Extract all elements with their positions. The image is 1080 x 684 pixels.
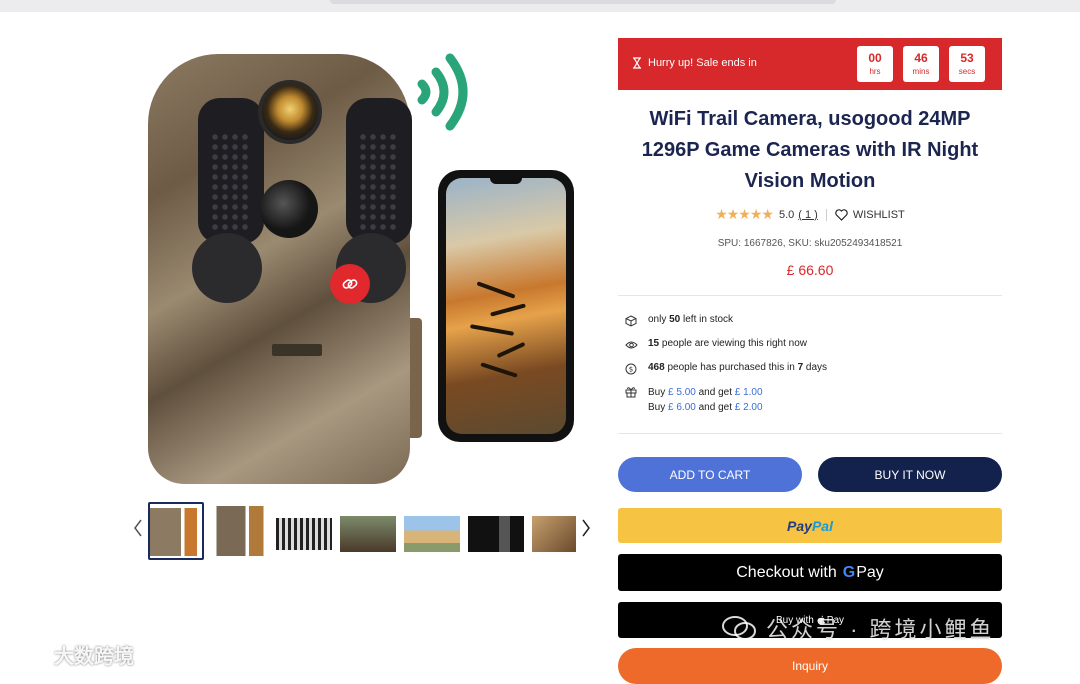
thumbnail-2[interactable] xyxy=(212,504,268,558)
hourglass-icon xyxy=(633,57,641,69)
paypal-button[interactable]: Pay Pal xyxy=(618,508,1002,543)
star-rating-icon: ★★★★★ xyxy=(715,206,774,222)
wifi-icon xyxy=(417,53,468,131)
sale-text: Hurry up! Sale ends in xyxy=(648,57,757,69)
paypal-logo-pal: Pal xyxy=(811,517,833,534)
browser-top-bar xyxy=(0,0,1080,12)
countdown-seconds: 53 secs xyxy=(949,46,985,82)
rating-row: ★★★★★ 5.0 ( 1 ) WISHLIST xyxy=(618,206,1002,223)
dollar-circle-icon: $ xyxy=(624,362,638,376)
share-button[interactable] xyxy=(330,264,370,304)
link-icon xyxy=(342,279,358,289)
google-g-icon: G xyxy=(842,563,856,581)
ir-led-panel-right xyxy=(346,98,412,244)
divider xyxy=(618,433,1002,434)
promo-line: Buy £ 5.00 and get £ 1.00 xyxy=(648,387,763,398)
brand-logo-icon xyxy=(10,644,46,664)
chevron-right-icon xyxy=(582,519,590,537)
product-price: £ 66.60 xyxy=(786,262,834,278)
chevron-left-icon xyxy=(134,519,142,537)
divider xyxy=(825,208,827,221)
address-bar[interactable] xyxy=(330,0,836,4)
svg-text:$: $ xyxy=(629,366,633,374)
add-to-cart-button[interactable]: ADD TO CART xyxy=(618,457,802,492)
wechat-icon xyxy=(722,616,756,640)
thumbnail-7[interactable] xyxy=(532,504,576,558)
heart-icon xyxy=(835,208,848,221)
product-main-image[interactable] xyxy=(130,28,590,491)
gift-icon xyxy=(624,385,638,399)
thumbnail-6[interactable] xyxy=(468,504,524,558)
google-pay-button[interactable]: Checkout with G Pay xyxy=(618,554,1002,591)
smartphone-illustration xyxy=(438,170,574,442)
thumbnail-strip xyxy=(130,500,600,562)
divider xyxy=(618,295,1002,296)
tiger-photo xyxy=(446,178,566,434)
stock-info: only 50 left in stock xyxy=(624,314,733,328)
eye-icon xyxy=(624,338,638,352)
paypal-logo-pay: Pay xyxy=(787,517,812,534)
inquiry-button[interactable]: Inquiry xyxy=(618,648,1002,684)
camera-pir-lens xyxy=(260,180,318,238)
sale-countdown-bar: Hurry up! Sale ends in 00 hrs 46 mins 53… xyxy=(618,38,1002,90)
sku-text: SPU: 1667826, SKU: sku2052493418521 xyxy=(717,238,903,249)
camera-lens xyxy=(258,80,322,144)
purchased-info: $ 468 people has purchased this in 7 day… xyxy=(624,362,827,376)
thumbnail-prev-button[interactable] xyxy=(130,514,146,542)
brand-watermark: 大数跨境 xyxy=(8,640,134,669)
buy-now-button[interactable]: BUY IT NOW xyxy=(818,457,1002,492)
camera-sensor-left xyxy=(192,233,262,303)
camera-brand-plate xyxy=(272,344,322,356)
thumbnail-1[interactable] xyxy=(148,502,204,560)
countdown-hours: 00 hrs xyxy=(857,46,893,82)
thumbnail-3[interactable] xyxy=(276,504,332,558)
promo-info: Buy £ 5.00 and get £ 1.00 Buy £ 6.00 and… xyxy=(624,385,763,415)
thumbnail-5[interactable] xyxy=(404,504,460,558)
ir-led-panel-left xyxy=(198,98,264,244)
rating-value: 5.0 xyxy=(778,208,795,221)
review-count-link[interactable]: ( 1 ) xyxy=(798,209,818,221)
wechat-watermark: 公众号 · 跨境小鲤鱼 xyxy=(722,612,995,644)
wishlist-label: WISHLIST xyxy=(852,208,905,221)
thumbnail-4[interactable] xyxy=(340,504,396,558)
viewers-info: 15 people are viewing this right now xyxy=(624,338,807,352)
wishlist-button[interactable]: WISHLIST xyxy=(835,209,905,221)
countdown-minutes: 46 mins xyxy=(903,46,939,82)
thumbnail-next-button[interactable] xyxy=(578,514,594,542)
promo-line: Buy £ 6.00 and get £ 2.00 xyxy=(648,402,763,413)
box-icon xyxy=(624,314,638,328)
product-title: WiFi Trail Camera, usogood 24MP 1296P Ga… xyxy=(641,108,979,192)
